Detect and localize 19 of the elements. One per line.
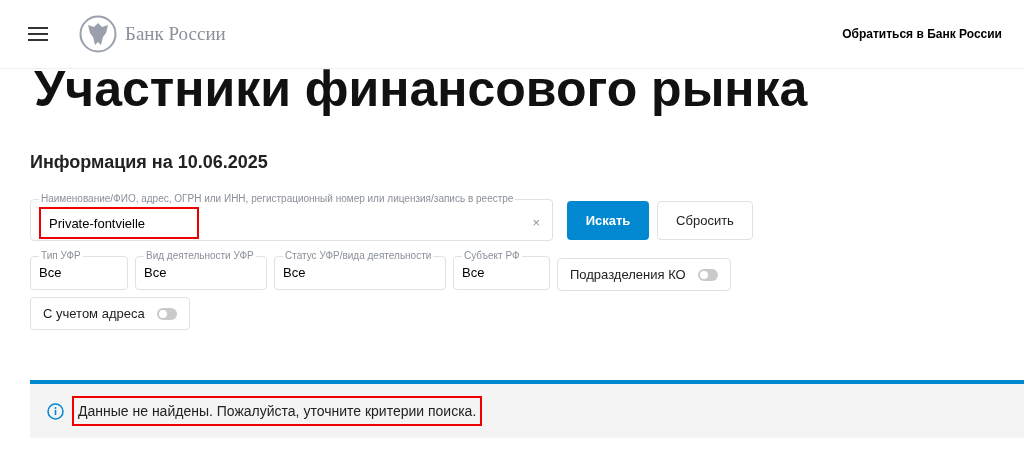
contact-link[interactable]: Обратиться в Банк России [842, 25, 1002, 43]
menu-icon[interactable] [28, 27, 48, 41]
search-button[interactable]: Искать [567, 201, 649, 240]
filter-select[interactable]: Тип УФР Все [30, 250, 128, 290]
reset-button[interactable]: Сбросить [657, 201, 753, 240]
no-results-message: Данные не найдены. Пожалуйста, уточните критерии поиска. [78, 403, 477, 419]
info-icon [47, 402, 64, 420]
info-heading: Информация на 10.06.2025 [30, 151, 269, 174]
toggle-switch[interactable] [697, 268, 718, 281]
search-value: Private-fontvielle [49, 215, 146, 231]
toggle-filter[interactable]: С учетом адреса [30, 297, 190, 330]
filter-select[interactable]: Статус УФР/вида деятельности Все [274, 250, 446, 290]
search-field[interactable]: Наименование/ФИО, адрес, ОГРН или ИНН, регистрационный номер или лицензия/запись в реестре Private-fontvielle × [30, 193, 553, 241]
eagle-emblem-icon[interactable] [79, 15, 117, 53]
filter-select[interactable]: Вид деятельности УФР Все [135, 250, 267, 290]
filter-select[interactable]: Субъект РФ Все [453, 250, 550, 290]
toggle-switch[interactable] [156, 307, 177, 320]
toggle-filter[interactable]: Подразделения КО [557, 258, 731, 291]
page-title: Участники финансового рынка [34, 61, 809, 117]
